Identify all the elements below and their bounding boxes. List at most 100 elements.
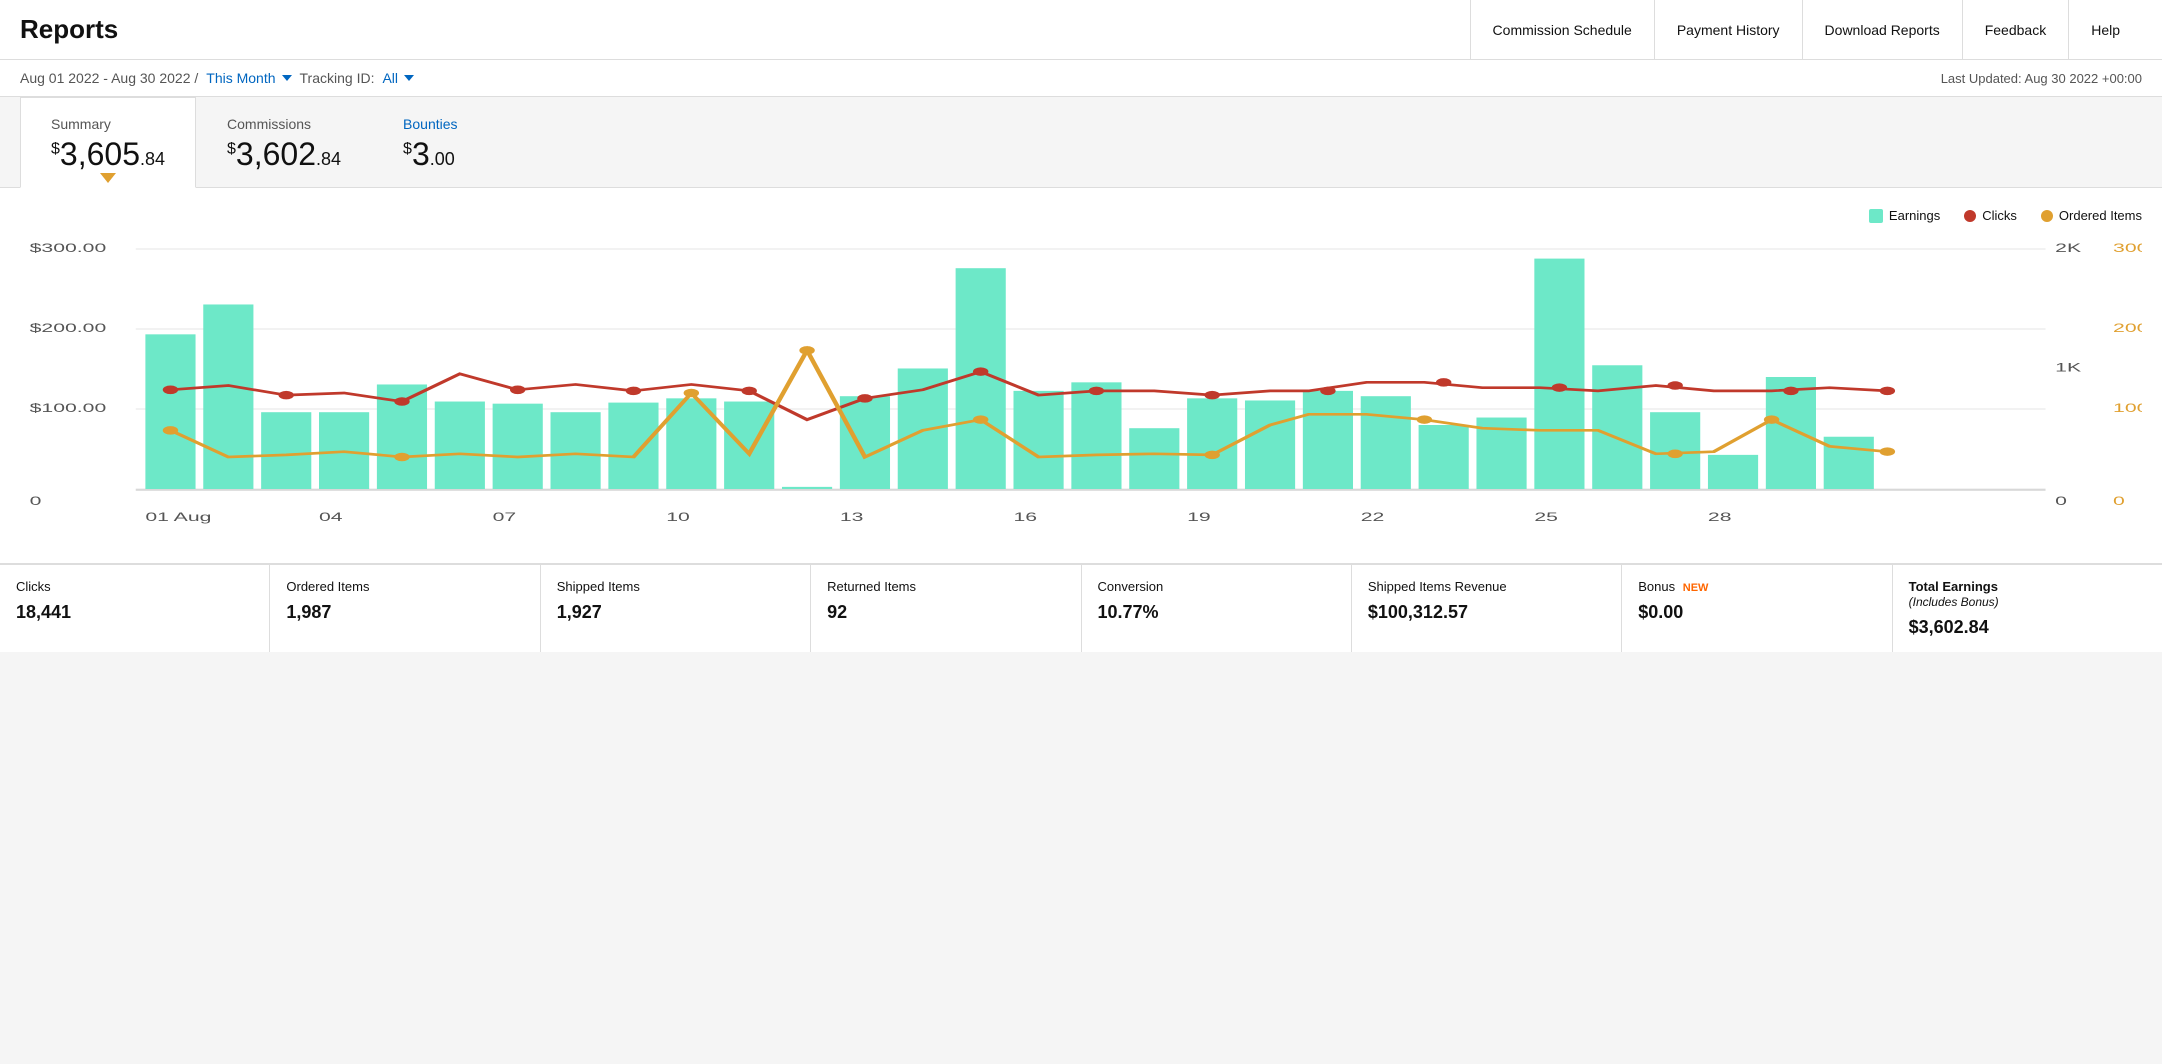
earnings-legend-icon (1869, 209, 1883, 223)
bar-8 (551, 412, 601, 489)
returned-items-header: Returned Items (827, 579, 1064, 594)
tab-commissions-value: $3,602.84 (227, 136, 341, 173)
chart-legend: Earnings Clicks Ordered Items (20, 208, 2142, 223)
items-dot-3 (684, 389, 699, 398)
tab-summary-label: Summary (51, 116, 165, 132)
tab-summary[interactable]: Summary $3,605.84 (20, 97, 196, 188)
this-month-label: This Month (206, 70, 275, 86)
bar-17 (1071, 382, 1121, 489)
items-dot-8 (1667, 450, 1682, 459)
svg-text:2K: 2K (2055, 241, 2082, 255)
svg-text:$300.00: $300.00 (30, 241, 107, 255)
this-month-dropdown[interactable]: This Month (206, 70, 291, 86)
tab-active-arrow-icon (100, 173, 116, 183)
svg-text:200: 200 (2113, 321, 2142, 335)
clicks-dot-15 (1783, 387, 1798, 396)
shipped-items-header: Shipped Items (557, 579, 794, 594)
bonus-value: $0.00 (1638, 602, 1875, 623)
clicks-legend-label: Clicks (1982, 208, 2017, 223)
main-chart: $300.00 $200.00 $100.00 0 2K 1K 0 300 20… (20, 233, 2142, 553)
legend-clicks: Clicks (1964, 208, 2017, 223)
tab-bounties[interactable]: Bounties $3.00 (372, 97, 488, 187)
new-badge: NEW (1683, 582, 1709, 594)
nav-feedback[interactable]: Feedback (1962, 0, 2068, 59)
chart-section: Earnings Clicks Ordered Items $300.00 $2… (0, 188, 2162, 563)
items-dot-9 (1764, 415, 1779, 424)
bar-6 (435, 402, 485, 489)
tab-commissions[interactable]: Commissions $3,602.84 (196, 97, 372, 187)
chart-container: $300.00 $200.00 $100.00 0 2K 1K 0 300 20… (20, 233, 2142, 553)
items-dot-1 (163, 426, 178, 435)
clicks-dot-14 (1667, 381, 1682, 390)
svg-text:13: 13 (840, 510, 864, 524)
top-bar: Reports Commission Schedule Payment Hist… (0, 0, 2162, 60)
earnings-legend-label: Earnings (1889, 208, 1940, 223)
bar-3 (261, 412, 311, 489)
total-earnings-value: $3,602.84 (1909, 617, 2146, 638)
svg-text:$200.00: $200.00 (30, 321, 107, 335)
bar-14 (898, 368, 948, 489)
clicks-dot-10 (1204, 391, 1219, 400)
table-cell-clicks: Clicks 18,441 (0, 565, 270, 652)
bar-25 (1534, 259, 1584, 489)
legend-ordered-items: Ordered Items (2041, 208, 2142, 223)
bar-21 (1303, 391, 1353, 489)
clicks-legend-icon (1964, 210, 1976, 222)
returned-items-value: 92 (827, 602, 1064, 623)
nav-help[interactable]: Help (2068, 0, 2142, 59)
tabs-section: Summary $3,605.84 Commissions $3,602.84 … (0, 97, 2162, 188)
shipped-revenue-header: Shipped Items Revenue (1368, 579, 1605, 594)
chevron-down-icon (282, 75, 292, 81)
clicks-dot-1 (163, 386, 178, 395)
clicks-dot-12 (1436, 378, 1451, 387)
svg-text:0: 0 (2055, 494, 2067, 508)
nav-download-reports[interactable]: Download Reports (1802, 0, 1962, 59)
table-cell-ordered-items: Ordered Items 1,987 (270, 565, 540, 652)
ordered-items-value: 1,987 (286, 602, 523, 623)
filter-bar: Aug 01 2022 - Aug 30 2022 / This Month T… (0, 60, 2162, 97)
summary-table: Clicks 18,441 Ordered Items 1,987 Shippe… (0, 563, 2162, 652)
svg-text:25: 25 (1534, 510, 1558, 524)
tracking-value-label: All (382, 70, 398, 86)
table-cell-shipped-revenue: Shipped Items Revenue $100,312.57 (1352, 565, 1622, 652)
clicks-dot-13 (1552, 383, 1567, 392)
date-range-text: Aug 01 2022 - Aug 30 2022 / (20, 70, 198, 86)
bar-22 (1361, 396, 1411, 489)
tab-summary-value: $3,605.84 (51, 136, 165, 173)
bar-26 (1592, 365, 1642, 489)
svg-text:0: 0 (30, 494, 42, 508)
items-dot-10 (1880, 447, 1895, 456)
svg-text:1K: 1K (2055, 361, 2082, 375)
svg-text:04: 04 (319, 510, 343, 524)
svg-text:07: 07 (493, 510, 517, 524)
clicks-dot-16 (1880, 387, 1895, 396)
chevron-down-icon-tracking (404, 75, 414, 81)
table-cell-total-earnings: Total Earnings (Includes Bonus) $3,602.8… (1893, 565, 2162, 652)
table-cell-bonus: Bonus NEW $0.00 (1622, 565, 1892, 652)
bar-13 (840, 396, 890, 489)
bar-11 (724, 402, 774, 489)
conversion-value: 10.77% (1098, 602, 1335, 623)
clicks-value: 18,441 (16, 602, 253, 623)
top-navigation: Commission Schedule Payment History Down… (1470, 0, 2142, 59)
legend-earnings: Earnings (1869, 208, 1940, 223)
tracking-label: Tracking ID: (300, 70, 375, 86)
bar-18 (1129, 428, 1179, 489)
bar-2 (203, 304, 253, 489)
table-cell-conversion: Conversion 10.77% (1082, 565, 1352, 652)
ordered-items-legend-label: Ordered Items (2059, 208, 2142, 223)
items-dot-4 (799, 346, 814, 355)
items-dot-6 (1204, 451, 1219, 460)
svg-text:22: 22 (1361, 510, 1385, 524)
bar-16 (1013, 391, 1063, 489)
svg-text:16: 16 (1013, 510, 1037, 524)
table-cell-shipped-items: Shipped Items 1,927 (541, 565, 811, 652)
tab-commissions-label: Commissions (227, 116, 341, 132)
nav-payment-history[interactable]: Payment History (1654, 0, 1802, 59)
nav-commission-schedule[interactable]: Commission Schedule (1470, 0, 1654, 59)
bar-7 (493, 404, 543, 489)
tracking-dropdown[interactable]: All (382, 70, 414, 86)
bar-28 (1708, 455, 1758, 489)
svg-text:300: 300 (2113, 241, 2142, 255)
bar-30 (1824, 437, 1874, 489)
